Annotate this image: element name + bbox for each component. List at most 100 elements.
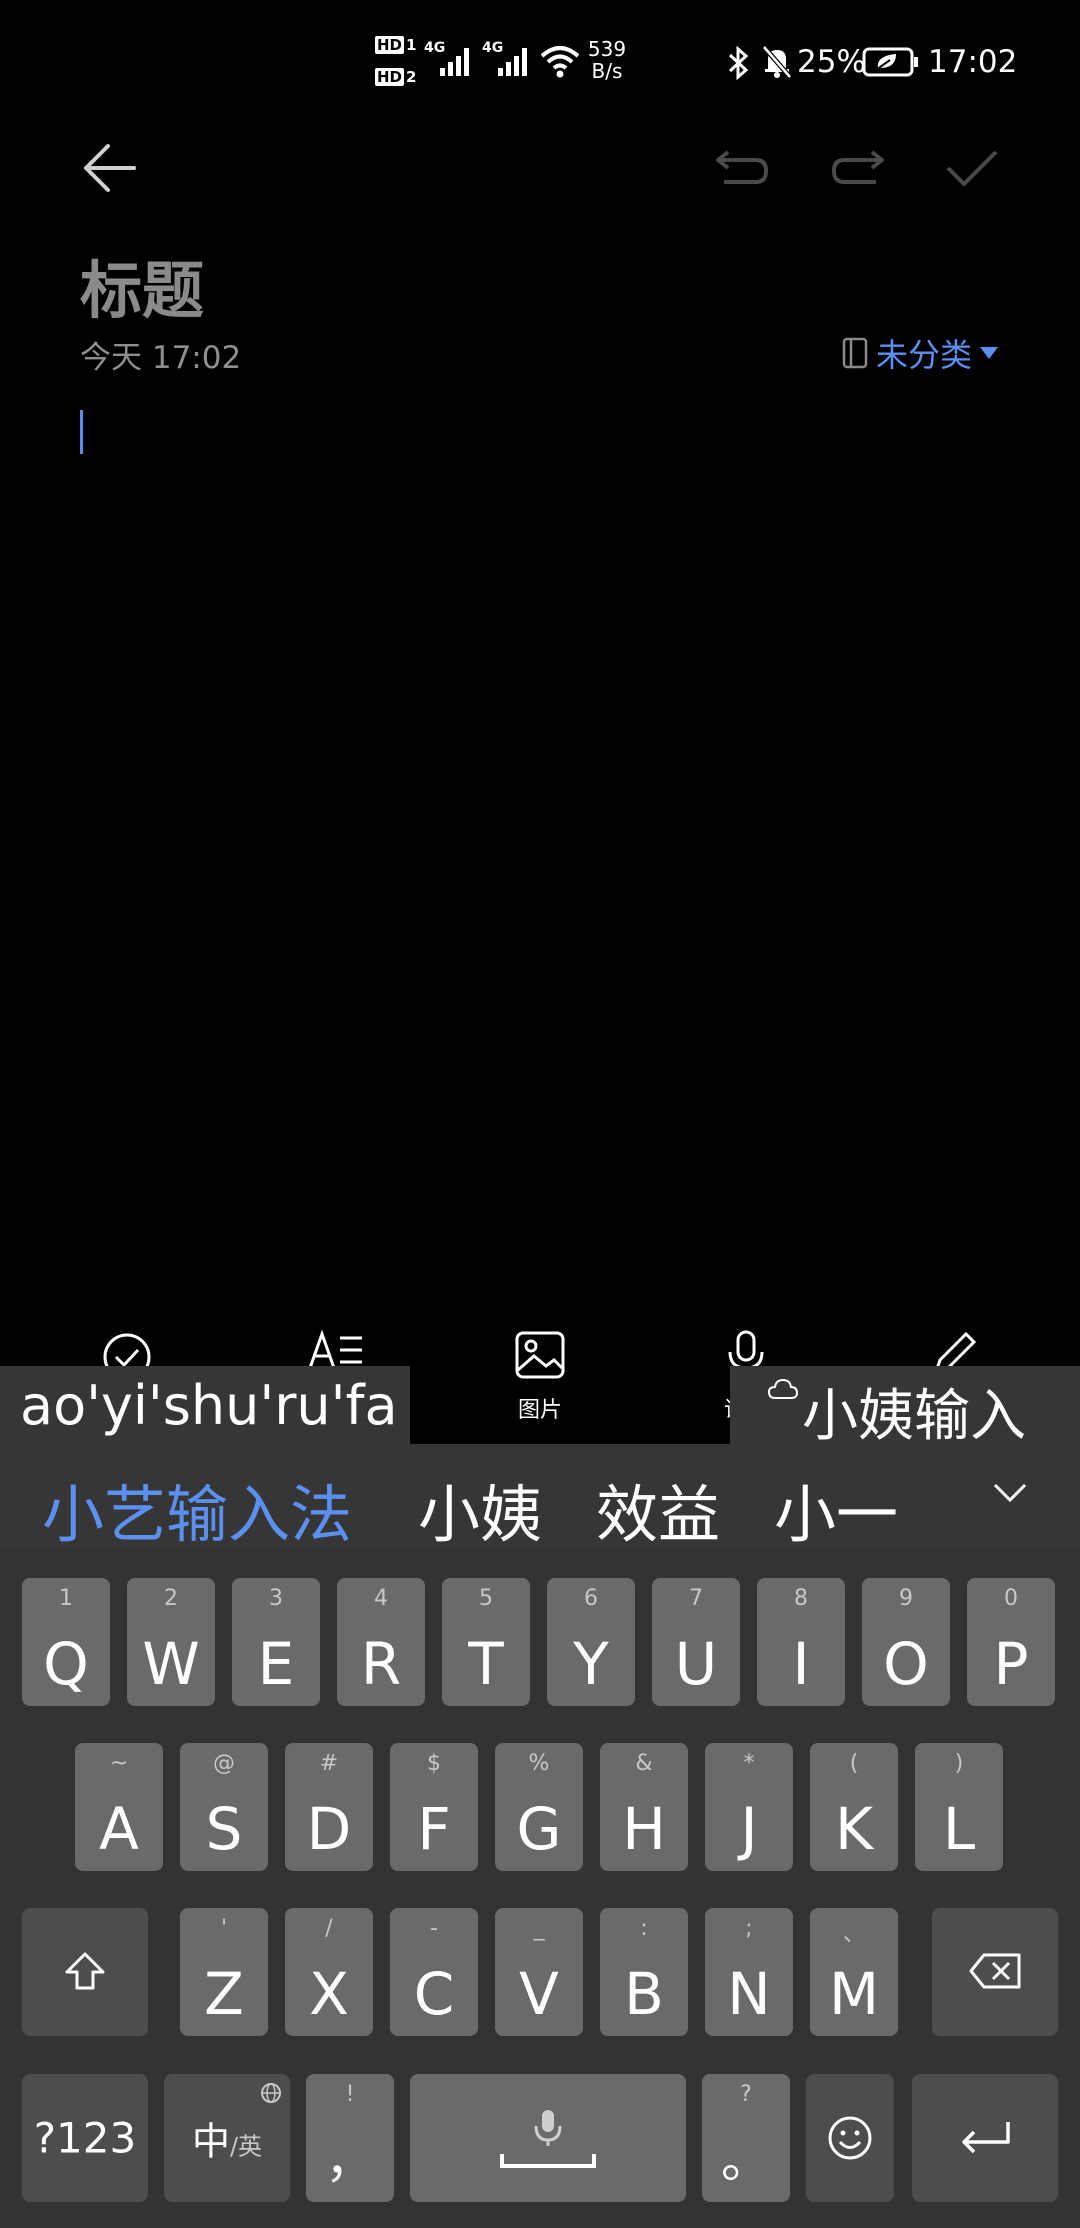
key-label: K — [834, 1795, 874, 1863]
key-n[interactable]: ; N — [705, 1908, 793, 2036]
notebook-icon — [842, 337, 868, 369]
candidate-item[interactable]: 效益 — [596, 1464, 720, 1554]
key-h[interactable]: & H — [600, 1743, 688, 1871]
numeric-switch-key[interactable]: ?123 — [22, 2074, 148, 2202]
key-label: I — [792, 1630, 810, 1698]
emoji-key[interactable] — [806, 2074, 894, 2202]
key-secondary-label: / — [325, 1916, 333, 1941]
key-label: N — [727, 1960, 771, 2028]
key-l[interactable]: ) L — [915, 1743, 1003, 1871]
key-g[interactable]: % G — [495, 1743, 583, 1871]
key-r[interactable]: 4R — [337, 1578, 425, 1706]
cloud-suggestion-text: 小姨输入 — [802, 1384, 1026, 1449]
space-mic-icon — [500, 2110, 596, 2168]
key-e[interactable]: 3E — [232, 1578, 320, 1706]
shift-arrow-icon — [65, 1952, 105, 1990]
key-label: C — [413, 1960, 455, 2028]
key-secondary-label: 3 — [269, 1586, 283, 1611]
key-d[interactable]: # D — [285, 1743, 373, 1871]
enter-key[interactable] — [912, 2074, 1058, 2202]
chevron-down-icon[interactable] — [992, 1482, 1028, 1504]
clock: 17:02 — [928, 44, 1018, 80]
key-label: Y — [573, 1630, 609, 1698]
candidate-item[interactable]: 小艺输入法 — [42, 1464, 352, 1554]
status-bar: HD 1 HD 2 4G 4G 539 B/s 25% 17:02 — [0, 0, 1080, 120]
key-y[interactable]: 6Y — [547, 1578, 635, 1706]
space-key[interactable] — [410, 2074, 686, 2202]
note-date: 今天 17:02 — [80, 340, 242, 376]
key-b[interactable]: :B — [600, 1908, 688, 2036]
undo-icon[interactable] — [714, 146, 770, 190]
category-selector[interactable]: 未分类 — [842, 330, 998, 376]
key-secondary-label: 7 — [689, 1586, 703, 1611]
dropdown-triangle-icon — [980, 347, 998, 359]
hd1-indicator: HD 1 — [375, 36, 417, 54]
key-label: L — [942, 1795, 976, 1863]
key-label: V — [519, 1960, 559, 2028]
key-v[interactable]: _ V — [495, 1908, 583, 2036]
note-title-input[interactable]: 标题 — [80, 240, 204, 330]
key-label: P — [993, 1630, 1029, 1698]
period-key[interactable]: ? 。 — [702, 2074, 790, 2202]
backspace-icon — [969, 1953, 1021, 1989]
keyboard: 1Q2W3E4R5T6Y7U8I9O0P ~ A @ S # D $ F% G & H * J(K) L … — [0, 1546, 1080, 2228]
wifi-icon — [540, 46, 580, 78]
key-o[interactable]: 9O — [862, 1578, 950, 1706]
signal-strength-icon — [498, 48, 527, 76]
key-s[interactable]: @ S — [180, 1743, 268, 1871]
key-q[interactable]: 1Q — [22, 1578, 110, 1706]
key-secondary-label: ( — [849, 1751, 859, 1776]
key-secondary-label: : — [640, 1916, 648, 1941]
backspace-key[interactable] — [932, 1908, 1058, 2036]
key-label: A — [99, 1795, 139, 1863]
key-secondary-label: ~ — [109, 1751, 129, 1776]
back-arrow-icon[interactable] — [80, 142, 140, 194]
text-format-icon[interactable] — [308, 1330, 364, 1370]
key-secondary-label: 5 — [479, 1586, 493, 1611]
category-label: 未分类 — [875, 336, 972, 374]
shift-key[interactable] — [22, 1908, 148, 2036]
key-secondary-label: $ — [427, 1751, 441, 1776]
key-label: D — [306, 1795, 352, 1863]
key-u[interactable]: 7U — [652, 1578, 740, 1706]
cloud-suggestion[interactable]: 小姨输入 — [730, 1366, 1080, 1449]
key-x[interactable]: / X — [285, 1908, 373, 2036]
key-f[interactable]: $ F — [390, 1743, 478, 1871]
note-body-area[interactable] — [80, 400, 1000, 1300]
key-t[interactable]: 5T — [442, 1578, 530, 1706]
hd2-indicator: HD 2 — [375, 68, 417, 86]
key-i[interactable]: 8I — [757, 1578, 845, 1706]
key-m[interactable]: 、 M — [810, 1908, 898, 2036]
key-secondary-label: 2 — [164, 1586, 178, 1611]
key-z[interactable]: ' Z — [180, 1908, 268, 2036]
key-label: W — [142, 1630, 200, 1698]
key-secondary-label: @ — [213, 1751, 235, 1776]
key-k[interactable]: (K — [810, 1743, 898, 1871]
key-label: E — [257, 1630, 295, 1698]
ime-composition-text: ao'yi'shu'ru'fa — [20, 1374, 398, 1437]
key-secondary-label: 4 — [374, 1586, 388, 1611]
key-label: Q — [43, 1630, 89, 1698]
save-check-icon[interactable] — [944, 146, 1000, 190]
key-secondary-label: 6 — [584, 1586, 598, 1611]
key-a[interactable]: ~ A — [75, 1743, 163, 1871]
signal-strength-icon — [440, 48, 469, 76]
key-w[interactable]: 2W — [127, 1578, 215, 1706]
key-label: H — [622, 1795, 666, 1863]
key-label: R — [360, 1630, 402, 1698]
key-secondary-label: - — [430, 1916, 438, 1941]
redo-icon[interactable] — [830, 146, 886, 190]
ime-candidate-bar: 小艺输入法 小姨 效益 小一 — [0, 1444, 1080, 1551]
comma-key[interactable]: ! ， — [306, 2074, 394, 2202]
key-c[interactable]: -C — [390, 1908, 478, 2036]
candidate-item[interactable]: 小姨 — [418, 1464, 542, 1554]
candidate-item[interactable]: 小一 — [774, 1464, 898, 1554]
key-secondary-label: * — [743, 1751, 755, 1776]
battery-percentage: 25% — [797, 44, 866, 80]
image-icon — [515, 1331, 565, 1379]
key-j[interactable]: * J — [705, 1743, 793, 1871]
insert-image-button[interactable]: 图片 — [500, 1330, 580, 1424]
key-label: G — [516, 1795, 562, 1863]
language-switch-key[interactable]: 中/英 — [164, 2074, 290, 2202]
key-p[interactable]: 0P — [967, 1578, 1055, 1706]
